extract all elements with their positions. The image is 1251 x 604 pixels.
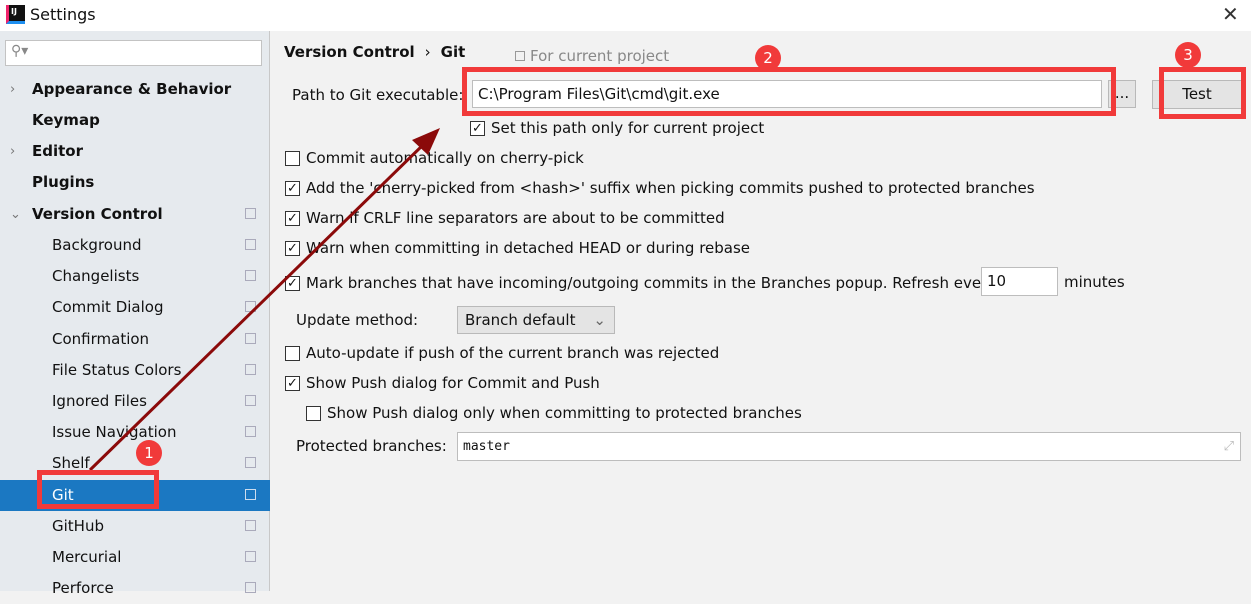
annotation-box-3 xyxy=(1159,67,1246,119)
arrow-line xyxy=(88,141,427,472)
annotation-number-3: 3 xyxy=(1175,42,1201,68)
annotation-box-2 xyxy=(462,67,1116,116)
annotation-box-1 xyxy=(37,470,159,509)
annotation-number-2: 2 xyxy=(755,45,781,71)
annotation-number-1: 1 xyxy=(136,440,162,466)
